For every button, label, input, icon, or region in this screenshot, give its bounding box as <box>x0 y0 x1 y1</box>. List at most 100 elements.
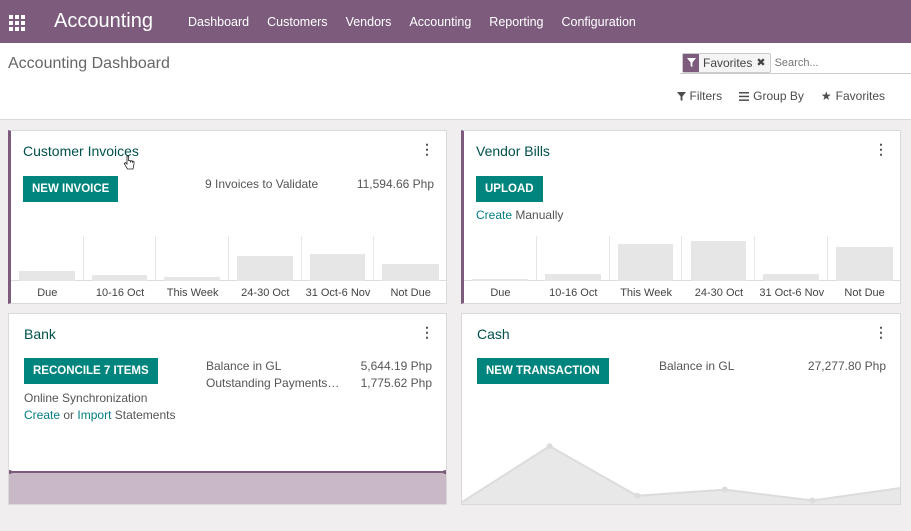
menu-accounting[interactable]: Accounting <box>409 15 471 29</box>
import-link[interactable]: Import <box>77 408 111 422</box>
chart-tick-label: 31 Oct-6 Nov <box>305 287 371 299</box>
control-panel: Accounting Dashboard Favorites ✖ Filters… <box>0 43 911 120</box>
cash-point[interactable] <box>634 492 641 499</box>
chart-tick-label: Due <box>37 287 58 299</box>
menu-reporting[interactable]: Reporting <box>489 15 543 29</box>
customer-invoices-chart[interactable]: Due 10-16 Oct This Week 24-30 Oct 31 Oct-6 N… <box>11 236 446 303</box>
create-manually: Create Manually <box>476 208 563 222</box>
cash-point[interactable] <box>546 443 553 450</box>
main-menu: Dashboard Customers Vendors Accounting R… <box>188 15 654 29</box>
cash-title[interactable]: Cash <box>477 326 510 342</box>
chart-column <box>374 236 447 281</box>
chart-column <box>229 236 302 281</box>
chart-tick-label: 31 Oct-6 Nov <box>759 287 825 299</box>
customer-invoices-card: Customer Invoices ⋮ NEW INVOICE 9 Invoic… <box>8 130 447 304</box>
apps-menu-icon[interactable] <box>9 14 25 31</box>
customer-invoices-title[interactable]: Customer Invoices <box>23 143 139 159</box>
group-by-label: Group By <box>753 89 804 103</box>
bank-title[interactable]: Bank <box>24 326 56 342</box>
new-invoice-button[interactable]: NEW INVOICE <box>23 176 119 202</box>
chart-tick-label: 24-30 Oct <box>241 287 290 299</box>
chart-column <box>537 236 610 281</box>
chart-bar[interactable] <box>690 241 747 281</box>
cash-balance-value: 27,277.80 Php <box>807 359 886 373</box>
filter-icon <box>676 91 686 101</box>
menu-configuration[interactable]: Configuration <box>562 15 636 29</box>
chart-column <box>683 236 756 281</box>
menu-vendors[interactable]: Vendors <box>346 15 392 29</box>
kebab-menu-icon[interactable]: ⋮ <box>874 141 888 158</box>
chart-bar[interactable] <box>309 254 366 281</box>
chart-column <box>755 236 829 281</box>
search-facet: Favorites ✖ <box>682 52 771 73</box>
new-transaction-button[interactable]: NEW TRANSACTION <box>477 358 609 384</box>
menu-customers[interactable]: Customers <box>267 15 327 29</box>
online-sync-link[interactable]: Online Synchronization <box>24 391 147 405</box>
chart-tick-label: 24-30 Oct <box>694 287 744 299</box>
favorites-label: Favorites <box>835 89 885 103</box>
group-by-button[interactable]: Group By <box>739 89 804 103</box>
cash-point[interactable] <box>809 497 816 504</box>
chart-bar[interactable] <box>763 274 820 281</box>
search-input[interactable] <box>774 56 895 69</box>
chart-tick-label: Due <box>490 287 511 299</box>
statements-text: Statements <box>114 408 176 422</box>
bank-balance-graph[interactable] <box>8 470 447 504</box>
upload-button[interactable]: UPLOAD <box>476 176 543 202</box>
balance-in-gl-link[interactable]: Balance in GL <box>659 359 734 373</box>
favorites-button[interactable]: ★ Favorites <box>821 89 885 103</box>
chart-bar[interactable] <box>617 244 674 281</box>
star-icon: ★ <box>820 89 832 103</box>
facet-remove-icon[interactable]: ✖ <box>756 56 769 69</box>
cash-balance-graph[interactable] <box>461 432 901 504</box>
chart-bar[interactable] <box>472 279 528 281</box>
search-box: Favorites ✖ <box>680 52 911 74</box>
chart-column <box>610 236 683 281</box>
chart-bar[interactable] <box>91 275 148 281</box>
vendor-bills-chart[interactable]: Due 10-16 Oct This Week 24-30 Oct 31 Oct-6 N… <box>464 236 900 303</box>
or-text: or <box>63 408 75 422</box>
menu-dashboard[interactable]: Dashboard <box>188 15 249 29</box>
chart-column <box>156 236 229 281</box>
facet-label: Favorites <box>703 55 753 70</box>
kebab-menu-icon[interactable]: ⋮ <box>420 141 434 158</box>
create-link[interactable]: Create <box>476 208 512 222</box>
invoices-amount: 11,594.66 Php <box>356 177 434 191</box>
balance-in-gl-link[interactable]: Balance in GL <box>206 359 281 373</box>
chart-bar[interactable] <box>382 263 439 281</box>
chart-column <box>464 236 537 281</box>
manually-text: Manually <box>515 208 564 222</box>
chart-bar[interactable] <box>19 271 75 281</box>
chart-bar[interactable] <box>544 274 601 281</box>
vendor-bills-title[interactable]: Vendor Bills <box>476 143 550 159</box>
chart-bar[interactable] <box>836 247 893 281</box>
chart-bar[interactable] <box>237 256 293 281</box>
invoices-to-validate-link[interactable]: 9 Invoices to Validate <box>205 177 318 191</box>
mouse-cursor-icon <box>123 155 135 174</box>
kebab-menu-icon[interactable]: ⋮ <box>874 324 888 341</box>
create-link[interactable]: Create <box>24 408 60 422</box>
app-title[interactable]: Accounting <box>54 10 153 33</box>
chart-bar[interactable] <box>164 276 220 281</box>
chart-tick-label: 10-16 Oct <box>549 287 598 299</box>
reconcile-button[interactable]: RECONCILE 7 ITEMS <box>24 358 158 384</box>
top-navbar: Accounting Dashboard Customers Vendors A… <box>0 0 911 43</box>
filter-icon <box>683 53 699 72</box>
chart-column <box>84 236 157 281</box>
chart-column <box>302 236 375 281</box>
chart-tick-label: Not Due <box>844 287 885 299</box>
cash-area <box>462 446 900 504</box>
cash-card: Cash ⋮ NEW TRANSACTION Balance in GL 27,… <box>461 313 901 505</box>
chart-tick-label: This Week <box>166 287 219 299</box>
outstanding-payments-value: 1,775.62 Php <box>360 376 432 390</box>
kebab-menu-icon[interactable]: ⋮ <box>420 324 434 341</box>
filters-button[interactable]: Filters <box>676 89 723 103</box>
bank-card: Bank ⋮ RECONCILE 7 ITEMS Online Synchron… <box>8 313 447 505</box>
chart-column <box>11 236 84 281</box>
cash-point[interactable] <box>721 486 728 493</box>
filters-label: Filters <box>689 89 723 103</box>
breadcrumb: Accounting Dashboard <box>8 55 170 72</box>
outstanding-payments-link[interactable]: Outstanding Payments… <box>206 376 339 390</box>
bank-balance-value: 5,644.19 Php <box>360 359 432 373</box>
list-icon <box>739 91 750 101</box>
